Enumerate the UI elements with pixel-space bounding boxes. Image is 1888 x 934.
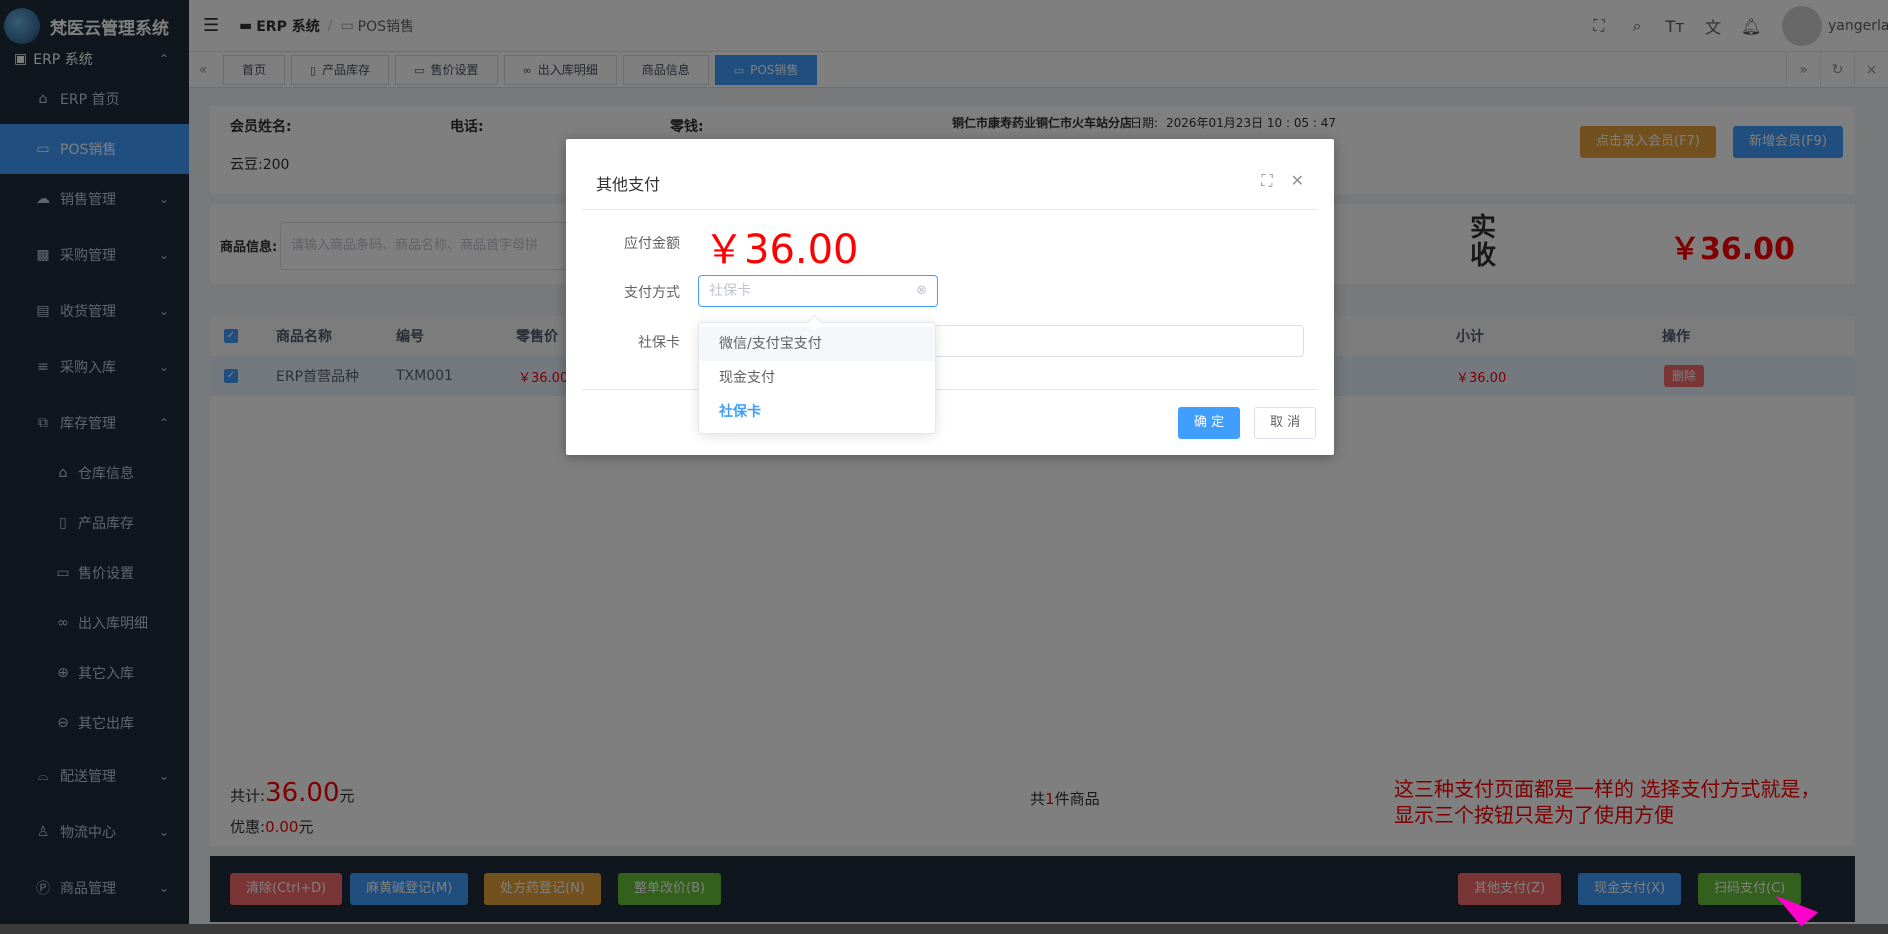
- amount-label: 应付金额: [624, 236, 680, 252]
- dialog-divider: [582, 389, 1318, 390]
- close-icon[interactable]: ✕: [1291, 171, 1304, 191]
- clear-icon[interactable]: ⊗: [916, 276, 927, 306]
- option-social-card[interactable]: 社保卡: [699, 395, 935, 429]
- other-payment-dialog: 其他支付 ⛶ ✕ 应付金额 ￥36.00 支付方式 社保卡 ⊗ 社保卡 确 定 …: [566, 139, 1334, 455]
- dialog-title: 其他支付: [596, 175, 661, 194]
- payment-method-dropdown: 微信/支付宝支付 现金支付 社保卡: [698, 322, 936, 434]
- cancel-button[interactable]: 取 消: [1254, 407, 1317, 439]
- confirm-button[interactable]: 确 定: [1178, 407, 1241, 439]
- payment-method-select[interactable]: 社保卡 ⊗: [698, 275, 938, 307]
- method-label: 支付方式: [624, 285, 680, 301]
- amount-value: ￥36.00: [704, 227, 859, 273]
- card-label: 社保卡: [638, 335, 680, 351]
- option-cash[interactable]: 现金支付: [699, 361, 935, 395]
- maximize-icon[interactable]: ⛶: [1261, 171, 1272, 191]
- payment-method-value: 社保卡: [709, 283, 751, 299]
- os-taskbar: [0, 924, 1888, 934]
- option-wechat-alipay[interactable]: 微信/支付宝支付: [699, 327, 935, 361]
- dialog-divider: [582, 209, 1318, 210]
